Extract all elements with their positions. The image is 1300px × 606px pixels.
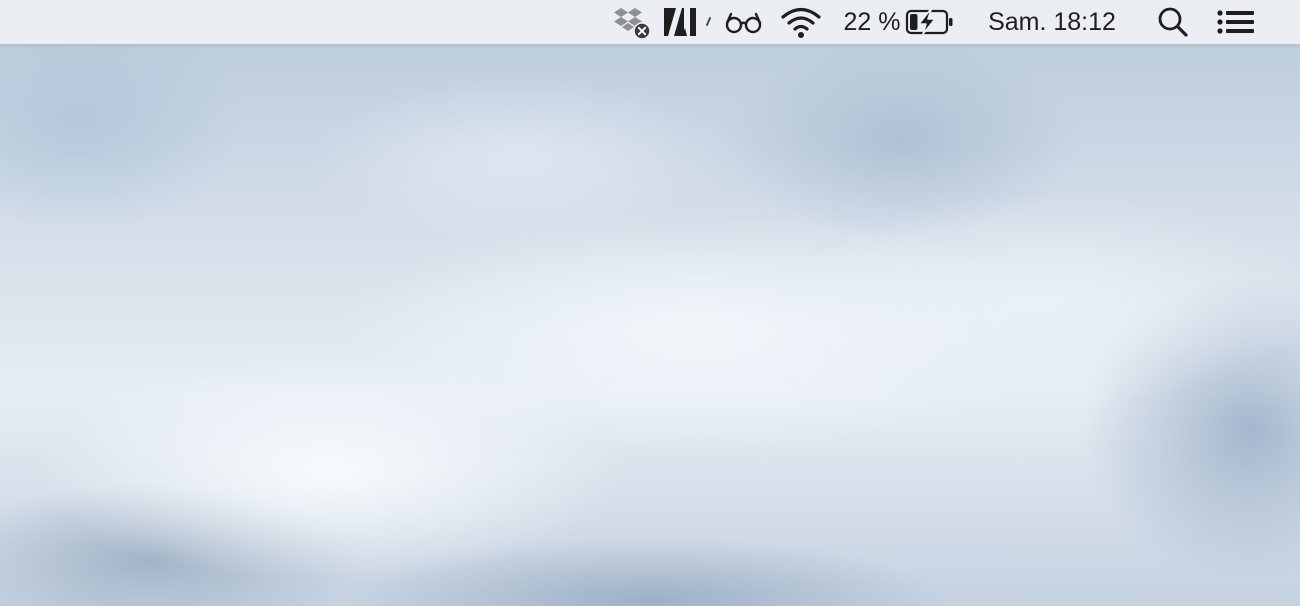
reading-glasses-menu-extra[interactable] bbox=[722, 0, 766, 44]
adobe-icon bbox=[664, 8, 696, 36]
clock-label: Sam. 18:12 bbox=[988, 7, 1116, 36]
desktop-wallpaper bbox=[0, 0, 1300, 606]
dropbox-menu-extra[interactable] bbox=[610, 0, 654, 44]
dropbox-disconnected-icon bbox=[614, 8, 651, 40]
notification-list-icon bbox=[1217, 10, 1254, 34]
notification-center-button[interactable] bbox=[1212, 0, 1260, 44]
wifi-menu-extra[interactable] bbox=[778, 0, 824, 44]
spotlight-button[interactable] bbox=[1152, 0, 1194, 44]
search-icon bbox=[1158, 7, 1188, 37]
battery-charging-icon bbox=[905, 9, 953, 35]
adobe-menu-extra[interactable] bbox=[660, 0, 700, 44]
separator-tick bbox=[702, 0, 714, 44]
menu-bar: 22 % Sam. 18:12 bbox=[0, 0, 1300, 45]
clock[interactable]: Sam. 18:12 bbox=[978, 0, 1126, 44]
battery-percent[interactable]: 22 % bbox=[840, 0, 904, 44]
reading-glasses-icon bbox=[725, 12, 762, 34]
battery-percent-label: 22 % bbox=[843, 7, 901, 36]
wifi-icon bbox=[781, 7, 821, 38]
battery-menu-extra[interactable] bbox=[904, 0, 956, 44]
